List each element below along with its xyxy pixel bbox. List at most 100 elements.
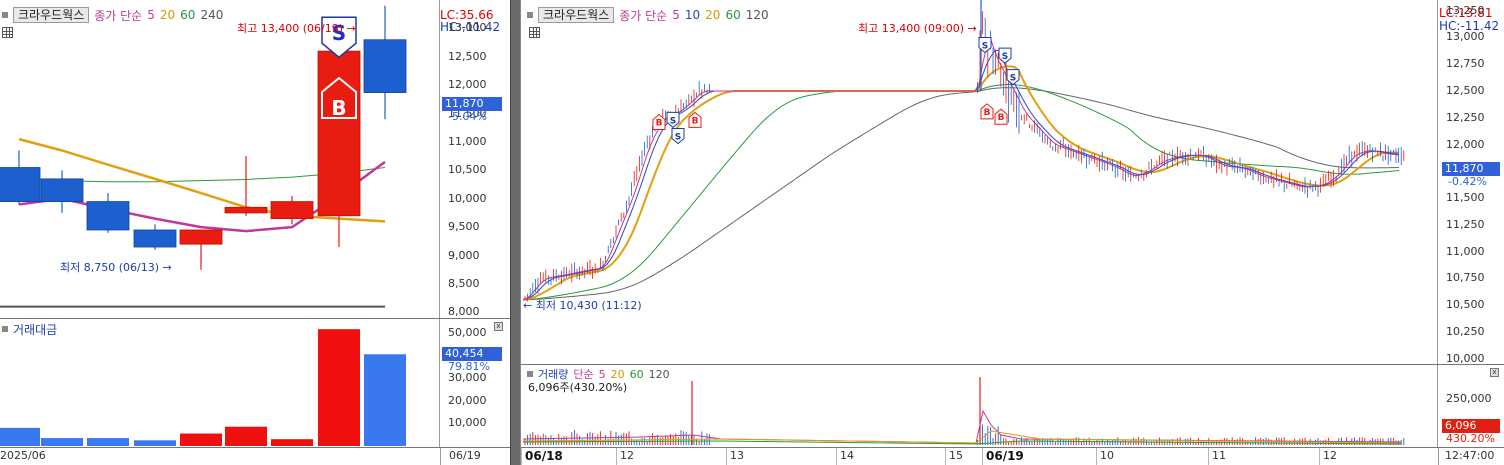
- change-pct: -5.04%: [448, 110, 487, 123]
- splitter[interactable]: [510, 0, 521, 465]
- price-tick-label: 13,000: [448, 21, 487, 35]
- volume-pct: 430.20%: [1446, 432, 1495, 445]
- menu-square-icon[interactable]: [2, 326, 8, 332]
- signal-label: S: [670, 116, 676, 126]
- time-axis-label: 12: [620, 449, 634, 462]
- minute-price-pane[interactable]: BSSBSSSBB 크라우드웍스 종가 단순 5 10 20 60 120 최고…: [521, 0, 1504, 365]
- price-tick-label: 11,250: [1446, 217, 1485, 231]
- volume-bar: [318, 329, 360, 446]
- low-price-label: 최저 8,750 (06/13): [60, 261, 160, 274]
- minute-chart-panel: BSSBSSSBB 크라우드웍스 종가 단순 5 10 20 60 120 최고…: [521, 0, 1504, 465]
- sell-signal-marker: S: [978, 36, 992, 54]
- date-start-label: 2025/06: [0, 449, 46, 462]
- menu-square-icon[interactable]: [527, 12, 533, 18]
- buy-signal-marker: B: [980, 103, 994, 120]
- time-axis-label: 11: [1212, 449, 1226, 462]
- volume-bar: [271, 439, 313, 446]
- price-tick-label: 13,000: [1446, 30, 1485, 44]
- buy-signal-marker: B: [688, 111, 702, 128]
- low-price-annotation: ← 최저 10,430 (11:12): [523, 297, 642, 313]
- price-tick-label: 12,000: [1446, 137, 1485, 151]
- volume-title: 거래대금: [13, 322, 58, 337]
- volume-bar: [225, 426, 267, 446]
- ma-label: 종가 단순: [619, 8, 668, 23]
- minute-time-axis: 06/18 12 13 14 15 06/19 10 11 12 12:47:00: [521, 448, 1504, 465]
- daily-volume-pane[interactable]: 거래대금 x 50,00040,00030,00020,00010,000 40…: [0, 319, 510, 447]
- ma-period-10: 10: [684, 8, 701, 22]
- minute-volume-axis: x 250,000 6,096 430.20%: [1438, 365, 1504, 447]
- app-window: SB 크라우드웍스 종가 단순 5 20 60 240 최고 13,400 (0…: [0, 0, 1504, 465]
- ma-period-20: 20: [159, 8, 176, 22]
- price-tick-label: 11,000: [1446, 244, 1485, 258]
- minute-candlestick-plot[interactable]: B SSBSSSBB: [521, 0, 1438, 364]
- volume-tick-label: 50,000: [448, 325, 487, 339]
- high-price-annotation: 최고 13,400 (06/19) →: [237, 20, 356, 36]
- sell-signal-marker: S: [998, 47, 1012, 64]
- time-axis-tick: [726, 448, 727, 465]
- sell-signal-marker: S: [666, 111, 680, 129]
- current-time-label: 12:47:00: [1445, 449, 1495, 462]
- minute-volume-pane[interactable]: 거래량 단순 5 20 60 120 6,096주(430.20%) x 250…: [521, 365, 1504, 447]
- candle-body: [0, 167, 41, 202]
- candle-body: [270, 201, 314, 220]
- daily-volume-plot[interactable]: [0, 319, 440, 447]
- arrow-right-icon: →: [346, 22, 356, 35]
- sell-signal-marker: S: [1006, 69, 1020, 86]
- volume-tick-label: 20,000: [448, 393, 487, 407]
- ma-period-60: 60: [725, 8, 741, 22]
- grid-icon[interactable]: [529, 27, 540, 38]
- candle-body: [179, 229, 223, 245]
- current-price-badge: 11,870: [442, 97, 502, 111]
- grid-icon[interactable]: [2, 27, 13, 38]
- stock-title[interactable]: 크라우드웍스: [538, 7, 615, 23]
- axis-separator: [440, 448, 441, 465]
- candle-body: [86, 201, 130, 231]
- price-tick-label: 13,250: [1446, 3, 1485, 17]
- price-tick-label: 10,250: [1446, 324, 1485, 338]
- volume-current-badge: 6,096: [1442, 419, 1500, 433]
- price-tick-label: 10,000: [1446, 351, 1485, 365]
- stock-title[interactable]: 크라우드웍스: [13, 7, 90, 23]
- minute-chart-header: 크라우드웍스 종가 단순 5 10 20 60 120: [527, 6, 769, 24]
- current-price-badge: 11,870: [1442, 162, 1500, 176]
- ma20-line: [522, 65, 1400, 301]
- volume-bar: [0, 427, 40, 446]
- volume-tick-label: 10,000: [448, 416, 487, 430]
- signal-label: B: [692, 116, 699, 126]
- low-price-annotation: 최저 8,750 (06/13) →: [60, 259, 172, 275]
- price-tick-label: 9,500: [448, 220, 480, 234]
- arrow-right-icon: →: [162, 261, 172, 274]
- price-tick-label: 10,500: [1446, 298, 1485, 312]
- volume-current-badge: 40,454: [442, 347, 502, 361]
- high-price-label: 최고 13,400 (09:00): [858, 22, 965, 35]
- ma-period-5: 5: [147, 8, 155, 22]
- buy-marker-label: B: [331, 96, 346, 120]
- menu-square-icon[interactable]: [527, 371, 533, 377]
- daily-chart-panel: SB 크라우드웍스 종가 단순 5 20 60 240 최고 13,400 (0…: [0, 0, 510, 465]
- ma-label: 종가 단순: [94, 8, 143, 23]
- signal-label: B: [656, 119, 663, 129]
- volume-tick-250000: 250,000: [1446, 392, 1492, 405]
- volume-bar: [364, 354, 406, 446]
- candle-body: [40, 178, 84, 202]
- signal-label: S: [982, 41, 988, 51]
- signal-label: B: [998, 113, 1005, 123]
- daily-chart-header: 크라우드웍스 종가 단순 5 20 60 240: [2, 6, 223, 24]
- date-end-label: 06/19: [449, 449, 481, 462]
- close-icon[interactable]: x: [1490, 368, 1499, 377]
- time-axis-label: 12: [1323, 449, 1337, 462]
- time-axis-tick: [836, 448, 837, 465]
- menu-square-icon[interactable]: [2, 12, 8, 18]
- daily-price-axis: LC:35.66 HC:-11.42 13,000 12,500 12,000 11,…: [440, 0, 510, 318]
- candle-body: [363, 39, 407, 93]
- close-icon[interactable]: x: [494, 322, 503, 331]
- ma60-line: [522, 84, 1400, 301]
- price-tick-label: 11,000: [448, 134, 487, 148]
- daily-volume-axis: x 50,00040,00030,00020,00010,000 40,454 …: [440, 319, 510, 447]
- ma5-line: [522, 39, 1400, 301]
- daily-price-pane[interactable]: SB 크라우드웍스 종가 단순 5 20 60 240 최고 13,400 (0…: [0, 0, 510, 318]
- price-tick-label: 12,500: [1446, 84, 1485, 97]
- time-axis-tick: [616, 448, 617, 465]
- volume-info: 6,096주(430.20%): [528, 381, 628, 394]
- time-axis-label: 06/18: [525, 449, 563, 463]
